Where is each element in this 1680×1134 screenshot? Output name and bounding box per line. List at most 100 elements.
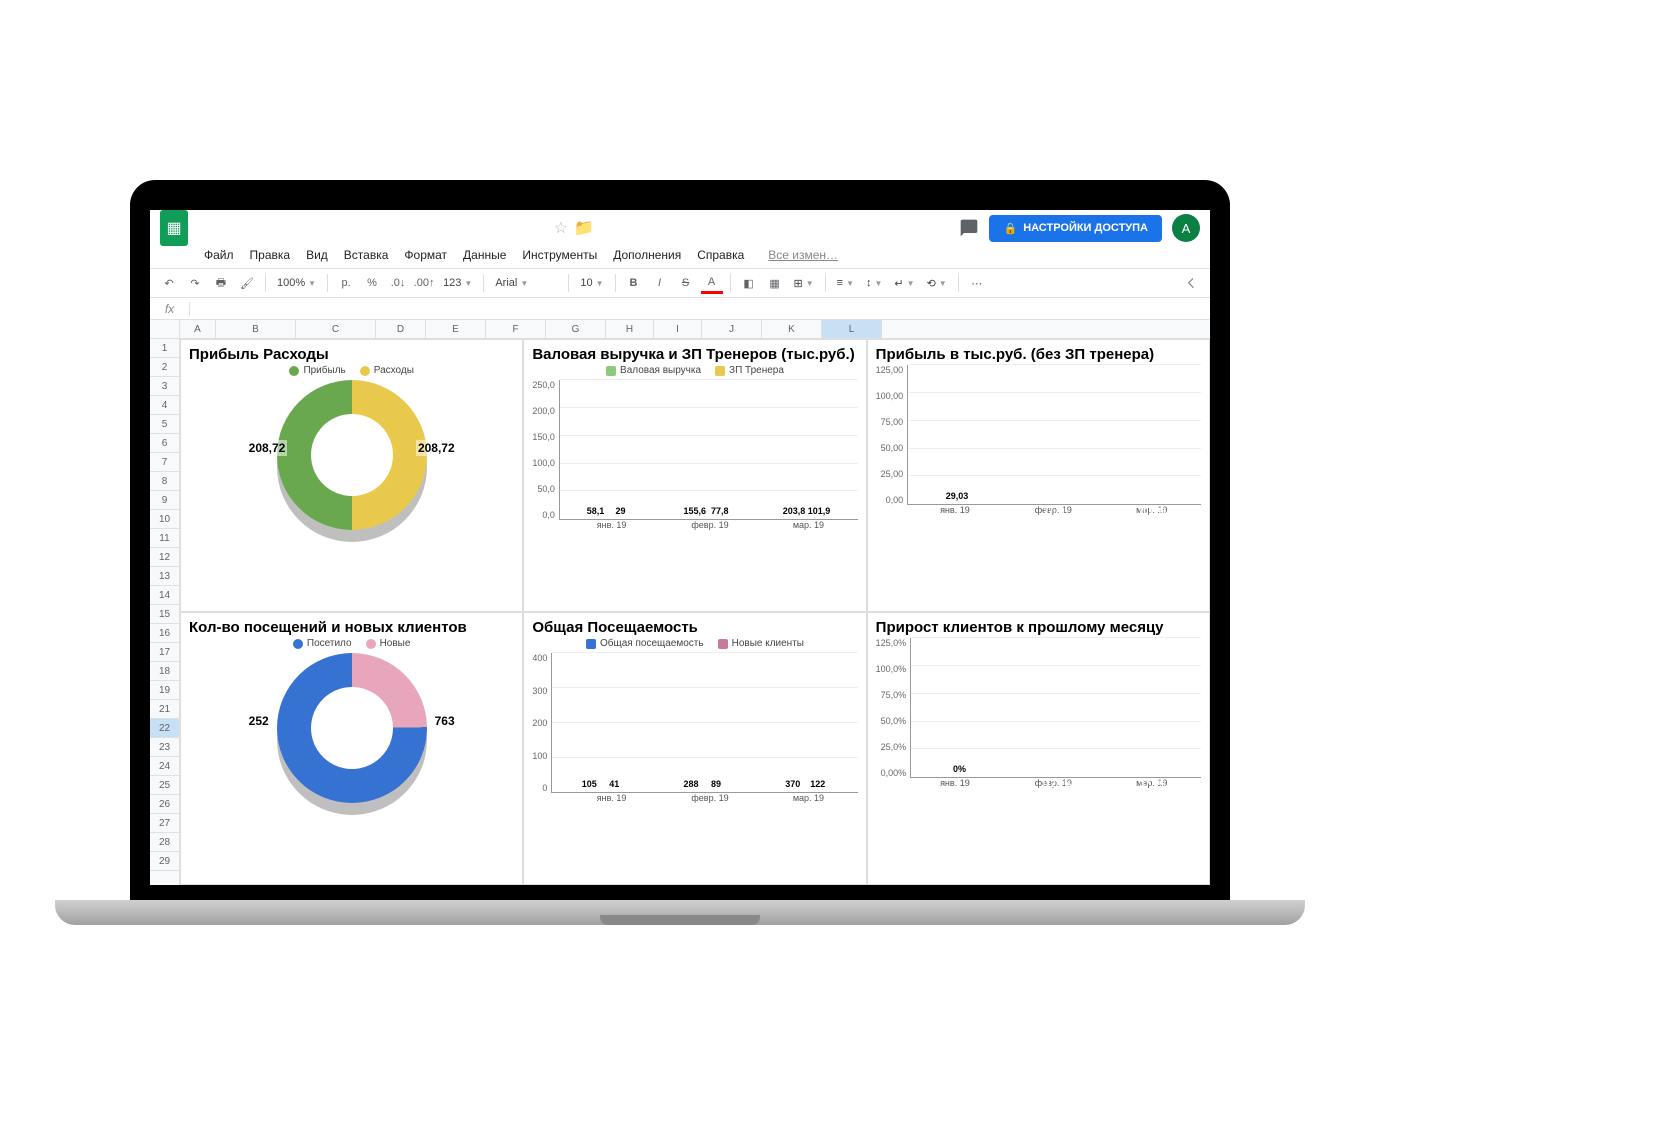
font-size-select[interactable]: 10▼ xyxy=(576,277,607,289)
fx-label: fx xyxy=(150,302,190,316)
comment-icon[interactable] xyxy=(959,218,979,238)
folder-icon[interactable]: 📁 xyxy=(574,218,594,238)
zoom-select[interactable]: 100%▼ xyxy=(273,277,320,289)
row-header[interactable]: 3 xyxy=(150,377,179,396)
row-header[interactable]: 1 xyxy=(150,339,179,358)
more-icon[interactable]: ⋯ xyxy=(966,272,988,294)
chart[interactable]: Прибыль в тыс.руб. (без ЗП тренера)125,0… xyxy=(867,339,1210,612)
col-header[interactable]: F xyxy=(486,320,546,338)
menu-view[interactable]: Вид xyxy=(298,246,336,264)
row-header[interactable]: 12 xyxy=(150,548,179,567)
title-area: ☆ 📁 xyxy=(198,218,949,238)
collapse-toolbar-icon[interactable]: ㄑ xyxy=(1180,272,1202,294)
row-header[interactable]: 25 xyxy=(150,776,179,795)
row-header[interactable]: 13 xyxy=(150,567,179,586)
avatar[interactable]: A xyxy=(1172,214,1200,242)
menu-help[interactable]: Справка xyxy=(689,246,752,264)
row-header[interactable]: 4 xyxy=(150,396,179,415)
toolbar: ↶ ↷ 🖶 🖌 100%▼ р. % .0↓ .00↑ 123▼ Arial▼ … xyxy=(150,268,1210,298)
undo-icon[interactable]: ↶ xyxy=(158,272,180,294)
rotate-button[interactable]: ⟲▼ xyxy=(923,277,951,290)
row-header[interactable]: 26 xyxy=(150,795,179,814)
row-header[interactable]: 9 xyxy=(150,491,179,510)
row-header[interactable]: 15 xyxy=(150,605,179,624)
col-header[interactable]: H xyxy=(606,320,654,338)
col-header[interactable]: B xyxy=(216,320,296,338)
chart[interactable]: Прирост клиентов к прошлому месяцу125,0%… xyxy=(867,612,1210,885)
sheets-logo-icon[interactable]: ▦ xyxy=(160,210,188,246)
menu-format[interactable]: Формат xyxy=(396,246,455,264)
col-header[interactable]: J xyxy=(702,320,762,338)
star-icon[interactable]: ☆ xyxy=(554,218,568,238)
wrap-button[interactable]: ↵▼ xyxy=(890,277,918,290)
col-header[interactable]: E xyxy=(426,320,486,338)
fill-color-icon[interactable]: ◧ xyxy=(738,272,760,294)
row-header[interactable]: 24 xyxy=(150,757,179,776)
menu-file[interactable]: Файл xyxy=(196,246,242,264)
col-header[interactable]: G xyxy=(546,320,606,338)
row-header[interactable]: 11 xyxy=(150,529,179,548)
currency-button[interactable]: р. xyxy=(335,272,357,294)
col-header[interactable]: K xyxy=(762,320,822,338)
col-header[interactable]: A xyxy=(180,320,216,338)
chart-title: Прирост клиентов к прошлому месяцу xyxy=(876,619,1201,636)
num-format-select[interactable]: 123▼ xyxy=(439,277,476,289)
menu-addons[interactable]: Дополнения xyxy=(605,246,689,264)
row-header[interactable]: 19 xyxy=(150,681,179,700)
row-header[interactable]: 7 xyxy=(150,453,179,472)
menu-edit[interactable]: Правка xyxy=(242,246,299,264)
row-header[interactable]: 17 xyxy=(150,643,179,662)
lock-icon: 🔒 xyxy=(1003,222,1017,235)
col-header[interactable]: L xyxy=(822,320,882,338)
halign-button[interactable]: ≡▼ xyxy=(833,277,858,289)
row-headers[interactable]: 1234567891011121314151617181921222324252… xyxy=(150,320,180,885)
row-header[interactable]: 8 xyxy=(150,472,179,491)
chart[interactable]: Прибыль РасходыПрибыльРасходы 208,72 208… xyxy=(180,339,523,612)
share-label: НАСТРОЙКИ ДОСТУПА xyxy=(1023,222,1148,234)
row-header[interactable]: 29 xyxy=(150,852,179,871)
bold-button[interactable]: B xyxy=(623,272,645,294)
row-header[interactable]: 21 xyxy=(150,700,179,719)
paint-format-icon[interactable]: 🖌 xyxy=(236,272,258,294)
chart[interactable]: Общая ПосещаемостьОбщая посещаемостьНовы… xyxy=(523,612,866,885)
dec-more-button[interactable]: .00↑ xyxy=(413,272,435,294)
chart-title: Общая Посещаемость xyxy=(532,619,857,636)
row-header[interactable]: 28 xyxy=(150,833,179,852)
row-header[interactable]: 22 xyxy=(150,719,179,738)
row-header[interactable]: 6 xyxy=(150,434,179,453)
merge-button[interactable]: ⊞▼ xyxy=(790,277,818,290)
column-headers[interactable]: ABCDEFGHIJKL xyxy=(180,320,1210,339)
col-header[interactable]: D xyxy=(376,320,426,338)
text-color-button[interactable]: A xyxy=(701,272,723,294)
strike-button[interactable]: S xyxy=(675,272,697,294)
percent-button[interactable]: % xyxy=(361,272,383,294)
menubar: Файл Правка Вид Вставка Формат Данные Ин… xyxy=(150,246,1210,268)
menu-data[interactable]: Данные xyxy=(455,246,514,264)
row-header[interactable]: 2 xyxy=(150,358,179,377)
font-select[interactable]: Arial▼ xyxy=(491,277,561,289)
menu-insert[interactable]: Вставка xyxy=(336,246,397,264)
print-icon[interactable]: 🖶 xyxy=(210,272,232,294)
row-header[interactable]: 14 xyxy=(150,586,179,605)
col-header[interactable]: I xyxy=(654,320,702,338)
chart-title: Валовая выручка и ЗП Тренеров (тыс.руб.) xyxy=(532,346,857,363)
italic-button[interactable]: I xyxy=(649,272,671,294)
row-header[interactable]: 27 xyxy=(150,814,179,833)
row-header[interactable]: 18 xyxy=(150,662,179,681)
valign-button[interactable]: ↕▼ xyxy=(862,277,886,289)
col-header[interactable]: C xyxy=(296,320,376,338)
redo-icon[interactable]: ↷ xyxy=(184,272,206,294)
row-header[interactable]: 10 xyxy=(150,510,179,529)
menu-tools[interactable]: Инструменты xyxy=(514,246,605,264)
row-header[interactable]: 23 xyxy=(150,738,179,757)
share-button[interactable]: 🔒 НАСТРОЙКИ ДОСТУПА xyxy=(989,215,1162,242)
chart[interactable]: Валовая выручка и ЗП Тренеров (тыс.руб.)… xyxy=(523,339,866,612)
row-header[interactable]: 5 xyxy=(150,415,179,434)
chart-title: Прибыль Расходы xyxy=(189,346,514,363)
changes-link[interactable]: Все измен… xyxy=(760,246,846,264)
borders-icon[interactable]: ▦ xyxy=(764,272,786,294)
chart[interactable]: Кол-во посещений и новых клиентовПосетил… xyxy=(180,612,523,885)
chart-title: Кол-во посещений и новых клиентов xyxy=(189,619,514,636)
row-header[interactable]: 16 xyxy=(150,624,179,643)
dec-less-button[interactable]: .0↓ xyxy=(387,272,409,294)
